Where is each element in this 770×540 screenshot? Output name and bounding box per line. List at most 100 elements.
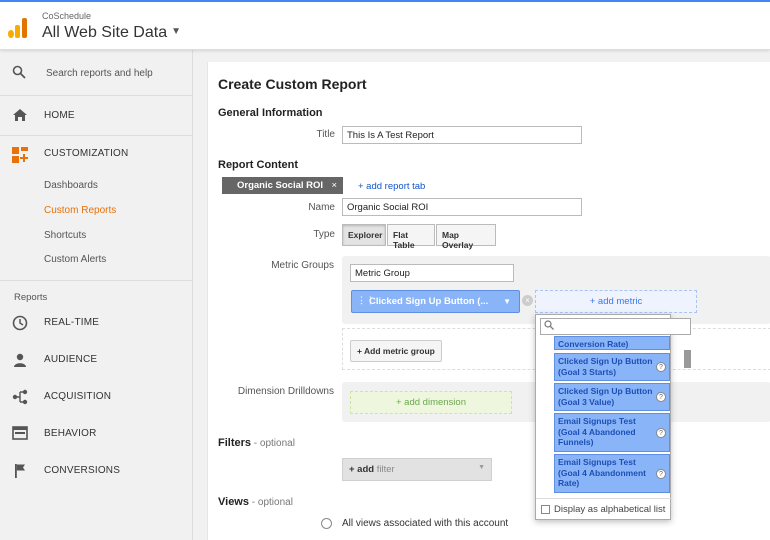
acquisition-icon <box>11 389 29 405</box>
metric-groups-label: Metric Groups <box>271 260 334 271</box>
sidebar-item-label: BEHAVIOR <box>44 428 97 439</box>
help-icon[interactable]: ? <box>656 362 666 372</box>
flag-icon <box>11 463 29 479</box>
tab-label: Organic Social ROI <box>237 180 324 191</box>
add-dimension-button[interactable]: + add dimension <box>350 391 512 414</box>
account-name: CoSchedule <box>42 11 92 21</box>
add-filter-plus: + add <box>349 464 375 475</box>
help-icon[interactable]: ? <box>656 392 666 402</box>
logo-bar-tall <box>22 18 27 38</box>
metric-option-label: Email Signups Test (Goal 4 Abandonment R… <box>558 457 646 488</box>
sidebar-item-label: HOME <box>44 110 75 121</box>
chevron-down-icon: ▼ <box>478 464 485 471</box>
help-icon[interactable]: ? <box>656 427 666 438</box>
help-icon[interactable]: ? <box>656 468 666 479</box>
metric-option-label: Email Signups Test (Goal 4 Abandoned Fun… <box>558 416 636 447</box>
dimension-drilldowns-label: Dimension Drilldowns <box>237 386 334 397</box>
sidebar-item-audience[interactable]: AUDIENCE <box>0 342 193 378</box>
sidebar-item-custom-reports[interactable]: Custom Reports <box>44 205 116 216</box>
name-label: Name <box>308 202 335 213</box>
type-flat-table-button[interactable]: Flat Table <box>387 224 435 250</box>
clock-icon <box>11 315 29 331</box>
metric-chip-label: Clicked Sign Up Button (... <box>369 296 489 307</box>
customization-icon <box>12 147 28 163</box>
add-report-tab-link[interactable]: + add report tab <box>358 181 425 192</box>
chevron-down-icon[interactable]: ▼ <box>503 297 511 306</box>
dropdown-scrollbar[interactable] <box>684 350 691 368</box>
alphabetical-checkbox[interactable] <box>541 505 550 514</box>
analytics-logo-icon[interactable] <box>8 18 28 38</box>
type-label: Type <box>313 229 335 240</box>
all-views-label: All views associated with this account <box>342 518 509 529</box>
filters-title: Filters <box>218 437 252 449</box>
browser-window-icon <box>11 426 29 442</box>
sidebar-item-dashboards[interactable]: Dashboards <box>44 180 98 191</box>
metric-option[interactable]: Clicked Sign Up Button (Goal 3 Starts) ? <box>554 353 670 381</box>
add-filter-label: filter <box>374 464 395 475</box>
all-views-radio[interactable] <box>321 518 332 529</box>
sidebar-item-shortcuts[interactable]: Shortcuts <box>44 230 86 241</box>
metric-option[interactable]: Clicked Sign Up Button (Goal 3 Value) ? <box>554 383 670 411</box>
sidebar-item-behavior[interactable]: BEHAVIOR <box>0 416 193 452</box>
sidebar-item-label: CUSTOMIZATION <box>44 148 129 159</box>
type-explorer-button[interactable]: Explorer <box>342 224 386 246</box>
metric-option[interactable]: Email Signups Test (Goal 4 Abandoned Fun… <box>554 413 670 452</box>
metric-option-label: Clicked Sign Up Button (Goal 3 Value) <box>558 386 653 407</box>
views-optional: - optional <box>249 497 293 508</box>
reports-heading: Reports <box>14 292 48 303</box>
search-icon <box>12 65 26 82</box>
metric-option-label: Conversion Rate) <box>558 339 629 349</box>
metric-option-label: Clicked Sign Up Button (Goal 3 Starts) <box>558 356 653 377</box>
sidebar-item-real-time[interactable]: REAL-TIME <box>0 305 193 341</box>
chevron-down-icon: ▼ <box>171 26 181 37</box>
sidebar-item-label: REAL-TIME <box>44 317 100 328</box>
filters-optional: - optional <box>251 438 295 449</box>
create-custom-report-panel: Create Custom Report General Information… <box>207 62 770 540</box>
property-name: All Web Site Data <box>42 24 168 41</box>
metric-chip[interactable]: ⋮⋮ Clicked Sign Up Button (... ▼ <box>351 290 520 313</box>
sidebar: Search reports and help HOME CUSTOMIZATI… <box>0 50 193 540</box>
views-heading: Views - optional <box>218 496 293 508</box>
tab-organic-social-roi[interactable]: Organic Social ROI × <box>222 177 343 194</box>
title-label: Title <box>316 129 335 140</box>
sidebar-item-home[interactable]: HOME <box>0 98 193 134</box>
sidebar-item-customization[interactable]: CUSTOMIZATION <box>0 136 193 172</box>
type-map-overlay-button[interactable]: Map Overlay <box>436 224 496 250</box>
alphabetical-label: Display as alphabetical list <box>554 504 666 515</box>
logo-dot <box>8 30 14 38</box>
logo-bar-mid <box>15 25 20 38</box>
home-icon <box>11 108 29 124</box>
sidebar-item-conversions[interactable]: CONVERSIONS <box>0 453 193 489</box>
divider <box>0 280 193 281</box>
general-information-heading: General Information <box>218 107 323 119</box>
name-input[interactable]: Organic Social ROI <box>342 198 582 216</box>
close-icon[interactable]: × <box>331 180 337 191</box>
sidebar-item-label: AUDIENCE <box>44 354 98 365</box>
sidebar-item-label: ACQUISITION <box>44 391 112 402</box>
metric-picker-dropdown: Conversion Rate) Clicked Sign Up Button … <box>535 314 691 520</box>
filters-heading: Filters - optional <box>218 437 295 449</box>
sidebar-item-acquisition[interactable]: ACQUISITION <box>0 379 193 415</box>
top-bar: CoSchedule All Web Site Data ▼ <box>0 0 770 50</box>
remove-metric-icon[interactable]: × <box>522 295 533 306</box>
property-selector[interactable]: All Web Site Data ▼ <box>42 24 181 42</box>
page-title: Create Custom Report <box>218 76 367 92</box>
add-metric-group-button[interactable]: + Add metric group <box>350 340 442 362</box>
dropdown-footer: Display as alphabetical list <box>536 498 672 520</box>
metric-option[interactable]: Email Signups Test (Goal 4 Abandonment R… <box>554 454 670 493</box>
search-icon <box>544 320 554 333</box>
person-icon <box>11 352 29 368</box>
metric-search-input[interactable] <box>540 318 691 335</box>
add-metric-button[interactable]: + add metric <box>535 290 697 313</box>
title-input[interactable]: This Is A Test Report <box>342 126 582 144</box>
metric-group-name-input[interactable]: Metric Group <box>350 264 514 282</box>
search-input[interactable]: Search reports and help <box>46 68 153 79</box>
report-content-heading: Report Content <box>218 159 299 171</box>
add-filter-button[interactable]: + add filter ▼ <box>342 458 492 481</box>
sidebar-item-custom-alerts[interactable]: Custom Alerts <box>44 254 106 265</box>
metric-option[interactable]: Conversion Rate) <box>554 336 670 350</box>
views-title: Views <box>218 496 249 508</box>
drag-handle-icon[interactable]: ⋮⋮ <box>357 295 375 306</box>
sidebar-search[interactable]: Search reports and help <box>0 50 193 96</box>
sidebar-item-label: CONVERSIONS <box>44 465 121 476</box>
